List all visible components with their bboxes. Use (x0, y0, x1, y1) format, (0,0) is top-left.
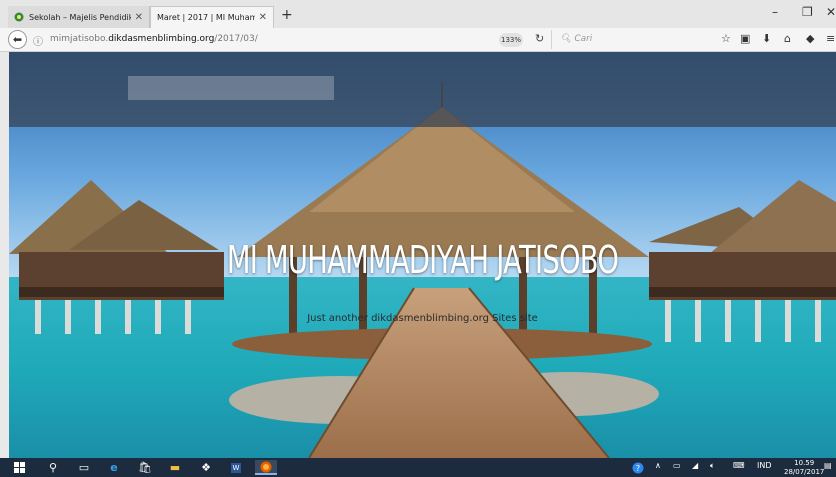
site-tagline: Just another dikdasmenblimbing.org Sites… (307, 313, 538, 324)
zoom-level[interactable]: 133% (499, 33, 523, 47)
back-arrow-icon: ⬅ (12, 33, 23, 46)
show-hidden-icons-icon[interactable]: ∧ (655, 461, 661, 470)
tab-sekolah[interactable]: Sekolah – Majelis Pendidikan ✕ (8, 6, 150, 28)
bookmark-star-icon[interactable]: ☆ (721, 32, 731, 45)
site-logo[interactable] (128, 76, 334, 100)
download-icon[interactable]: ⬇ (762, 32, 771, 45)
new-tab-button[interactable]: + (281, 7, 293, 23)
battery-icon[interactable]: ▭ (673, 461, 681, 470)
clock[interactable]: 10.59 28/07/2017 (784, 459, 824, 477)
home-icon[interactable]: ⌂ (784, 32, 791, 45)
word-icon[interactable]: W (229, 460, 243, 475)
language-indicator[interactable]: IND (757, 461, 772, 470)
task-view-icon[interactable]: ▭ (77, 460, 91, 475)
svg-text:?: ? (636, 464, 640, 473)
clock-date: 28/07/2017 (784, 468, 825, 476)
search-icon: 🔍︎ (560, 34, 572, 44)
firefox-icon[interactable] (255, 460, 277, 475)
close-window-button[interactable]: ✕ (826, 5, 836, 19)
reload-icon[interactable]: ↻ (535, 32, 544, 45)
start-button[interactable] (12, 460, 26, 475)
edge-icon[interactable]: e (107, 460, 121, 475)
notification-icon[interactable]: ▤ (824, 461, 832, 470)
search-input[interactable]: 🔍︎ Cari (551, 30, 711, 49)
file-explorer-icon[interactable]: ▬ (168, 460, 182, 475)
site-favicon-icon (14, 12, 24, 22)
info-icon[interactable]: ⓘ (33, 33, 43, 48)
tab-title: Sekolah – Majelis Pendidikan (29, 12, 131, 22)
back-button[interactable]: ⬅ (8, 30, 27, 49)
taskbar: ⚲ ▭ e 🛍︎ ▬ ❖ W ? ∧ ▭ ◢ 🔈︎ ⌨ IND 10.59 28… (0, 458, 836, 477)
menu-icon[interactable]: ≡ (826, 32, 835, 45)
restore-button[interactable]: ❐ (802, 5, 813, 19)
search-icon[interactable]: ⚲ (46, 460, 60, 475)
close-tab-icon[interactable]: ✕ (259, 12, 267, 23)
volume-icon[interactable]: 🔈︎ (710, 461, 715, 471)
help-icon[interactable]: ? (631, 460, 645, 475)
minimize-button[interactable]: – (772, 5, 778, 19)
reading-list-icon[interactable]: ▣ (740, 32, 750, 45)
tab-strip: Sekolah – Majelis Pendidikan ✕ Maret | 2… (0, 0, 836, 28)
wifi-icon[interactable]: ◢ (692, 461, 698, 470)
dropbox-icon[interactable]: ❖ (199, 460, 213, 475)
url-path: /2017/03/ (214, 34, 258, 44)
site-header (9, 52, 836, 127)
address-bar[interactable]: mimjatisobo.dikdasmenblimbing.org/2017/0… (50, 34, 258, 44)
url-prefix: mimjatisobo. (50, 34, 109, 44)
pocket-icon[interactable]: ◆ (806, 32, 814, 45)
store-icon[interactable]: 🛍︎ (138, 460, 152, 475)
close-tab-icon[interactable]: ✕ (135, 12, 143, 23)
tab-title: Maret | 2017 | MI Muhammadiyah (157, 13, 255, 22)
search-placeholder: Cari (574, 34, 593, 44)
web-page: MI MUHAMMADIYAH JATISOBO Just another di… (9, 52, 836, 458)
windows-logo-icon (13, 462, 25, 473)
url-domain: dikdasmenblimbing.org (108, 34, 215, 44)
site-title[interactable]: MI MUHAMMADIYAH JATISOBO (125, 238, 720, 282)
keyboard-icon[interactable]: ⌨ (733, 461, 745, 470)
clock-time: 10.59 (794, 459, 815, 467)
tab-maret[interactable]: Maret | 2017 | MI Muhammadiyah ✕ (150, 6, 274, 28)
navigation-bar: ⬅ ⓘ mimjatisobo.dikdasmenblimbing.org/20… (0, 28, 836, 52)
